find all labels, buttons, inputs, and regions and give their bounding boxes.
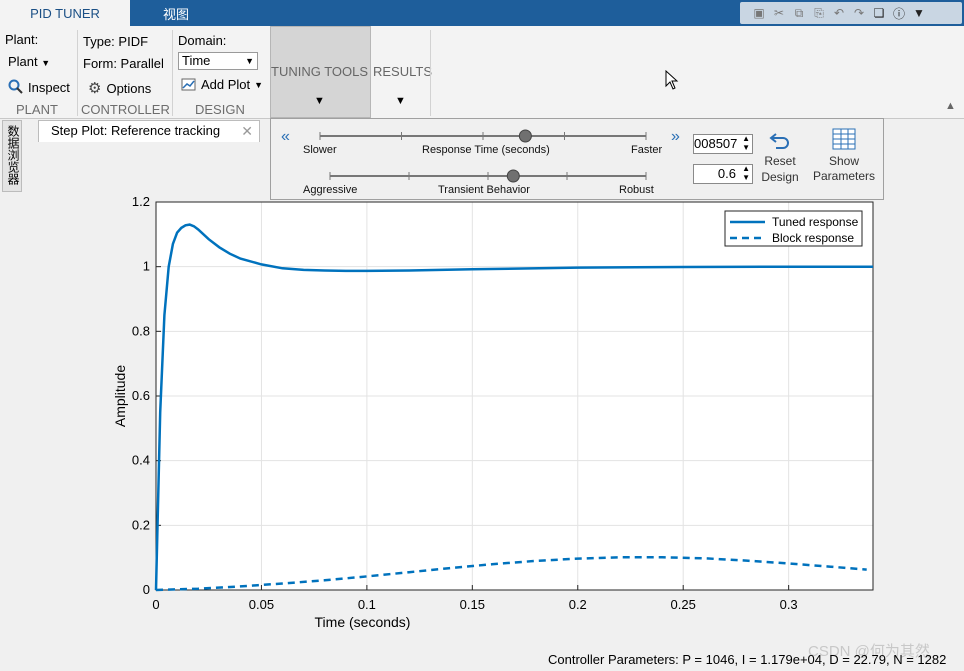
transient-value: 0.6 [717,166,736,181]
domain-label: Domain: [178,33,227,48]
inspect-label: Inspect [28,79,70,95]
group-plant-title: PLANT [16,102,58,117]
x-tick-label: 0.2 [569,597,587,612]
plant-label: Plant: [5,32,39,47]
slower-label: Slower [303,144,337,156]
legend-label: Block response [772,231,854,245]
add-plot-button[interactable]: Add Plot ▼ [181,77,263,92]
controller-type: Type: PIDF [83,34,149,49]
legend-label: Tuned response [772,215,859,229]
tab-view[interactable]: 视图 [130,0,222,26]
spinner-arrows-icon[interactable]: ▲ ▼ [742,164,750,182]
x-axis-label: Time (seconds) [315,614,411,630]
show-parameters-button[interactable]: Show Parameters [810,128,878,183]
y-tick-label: 0 [143,582,150,597]
show-label-1: Show [828,154,860,168]
response-time-label: Response Time (seconds) [422,144,550,156]
step-plot-tab-label: Step Plot: Reference tracking [51,123,221,138]
results-arrow-icon: ▼ [395,95,406,107]
reset-design-button[interactable]: Reset Design [760,130,800,184]
robust-label: Robust [619,184,654,196]
faster-label: Faster [631,144,663,156]
domain-select[interactable]: Time ▼ [178,52,258,70]
window-icon[interactable]: ❏ [872,6,886,20]
magnifier-icon [8,79,23,94]
mouse-cursor-icon [665,69,679,93]
table-icon [832,128,856,150]
copy-icon[interactable]: ⧉ [792,6,806,20]
legend: Tuned response Block response [724,210,863,247]
x-tick-label: 0.1 [358,597,376,612]
expand-icon[interactable]: ▼ [912,6,926,20]
transient-behavior-label: Transient Behavior [438,184,530,196]
inspect-button[interactable]: Inspect [8,79,70,95]
divider [172,30,173,116]
step-plot: 0 0.05 0.1 0.15 0.2 0.25 0.3 0 0.2 0.4 0.6 0.8 1 1.2 T… [112,194,874,630]
y-axis-label: Amplitude [112,365,128,427]
plant-menu-label: Plant [8,54,38,69]
tab-pid-tuner[interactable]: PID TUNER [0,0,130,26]
reset-label-2: Design [761,170,799,184]
results-button[interactable]: RESULTS [373,64,432,79]
options-button[interactable]: ⚙ Options [88,79,151,97]
group-controller-title: CONTROLLER [81,102,170,117]
controller-parameters: Controller Parameters: P = 1046, I = 1.1… [548,652,947,667]
x-tick-label: 0.15 [460,597,485,612]
plant-menu[interactable]: Plant ▼ [8,54,50,69]
redo-icon[interactable]: ↷ [852,6,866,20]
spinner-arrows-icon[interactable]: ▲ ▼ [742,134,750,152]
show-label-2: Parameters [812,169,876,183]
tuner-sliders [319,129,647,183]
step-plot-tab[interactable]: Step Plot: Reference tracking ✕ [38,120,260,142]
chevron-down-icon: ▼ [41,58,51,68]
x-tick-label: 0.25 [671,597,696,612]
help-icon[interactable]: ⓘ [892,6,906,21]
tuning-tools-arrow-icon: ▼ [314,95,325,107]
reset-icon [769,133,789,149]
reset-label-1: Reset [764,154,796,168]
paste-icon[interactable]: ⎘ [812,6,826,20]
transient-slider-thumb [506,169,520,183]
save-icon[interactable]: ▣ [752,6,766,20]
divider [430,30,431,116]
faster-arrow-icon[interactable]: » [671,128,680,146]
gear-icon: ⚙ [88,80,102,97]
chevron-down-icon: ▼ [245,56,254,66]
domain-value: Time [182,53,211,68]
group-design-title: DESIGN [195,102,245,117]
y-tick-label: 1.2 [132,194,150,209]
response-time-slider-thumb [518,129,532,143]
collapse-ribbon-icon[interactable]: ▲ [945,100,956,112]
transient-spinner[interactable]: 0.6 ▲ ▼ [693,164,753,184]
x-tick-label: 0 [152,597,159,612]
y-tick-label: 0.2 [132,517,150,532]
divider [77,30,78,116]
controller-form: Form: Parallel [83,56,164,71]
y-tick-label: 1 [143,259,150,274]
aggressive-label: Aggressive [303,184,358,196]
quick-access-toolbar: ▣ ✂ ⧉ ⎘ ↶ ↷ ❏ ⓘ ▼ [740,2,962,24]
x-tick-label: 0.05 [249,597,274,612]
x-tick-label: 0.3 [780,597,798,612]
y-tick-label: 0.6 [132,388,150,403]
response-time-spinner[interactable]: 008507 ▲ ▼ [693,134,753,154]
add-plot-label: Add Plot [201,77,251,92]
y-tick-label: 0.8 [132,323,150,338]
cut-icon[interactable]: ✂ [772,6,786,20]
options-label: Options [106,80,152,96]
undo-icon[interactable]: ↶ [832,6,846,20]
chevron-down-icon: ▼ [254,79,264,90]
response-time-value: 008507 [694,136,738,151]
close-icon[interactable]: ✕ [241,123,253,140]
tuning-tools-label: TUNING TOOLS [271,64,369,79]
add-plot-icon [181,78,196,91]
y-tick-label: 0.4 [132,453,150,468]
slower-arrow-icon[interactable]: « [281,128,290,146]
